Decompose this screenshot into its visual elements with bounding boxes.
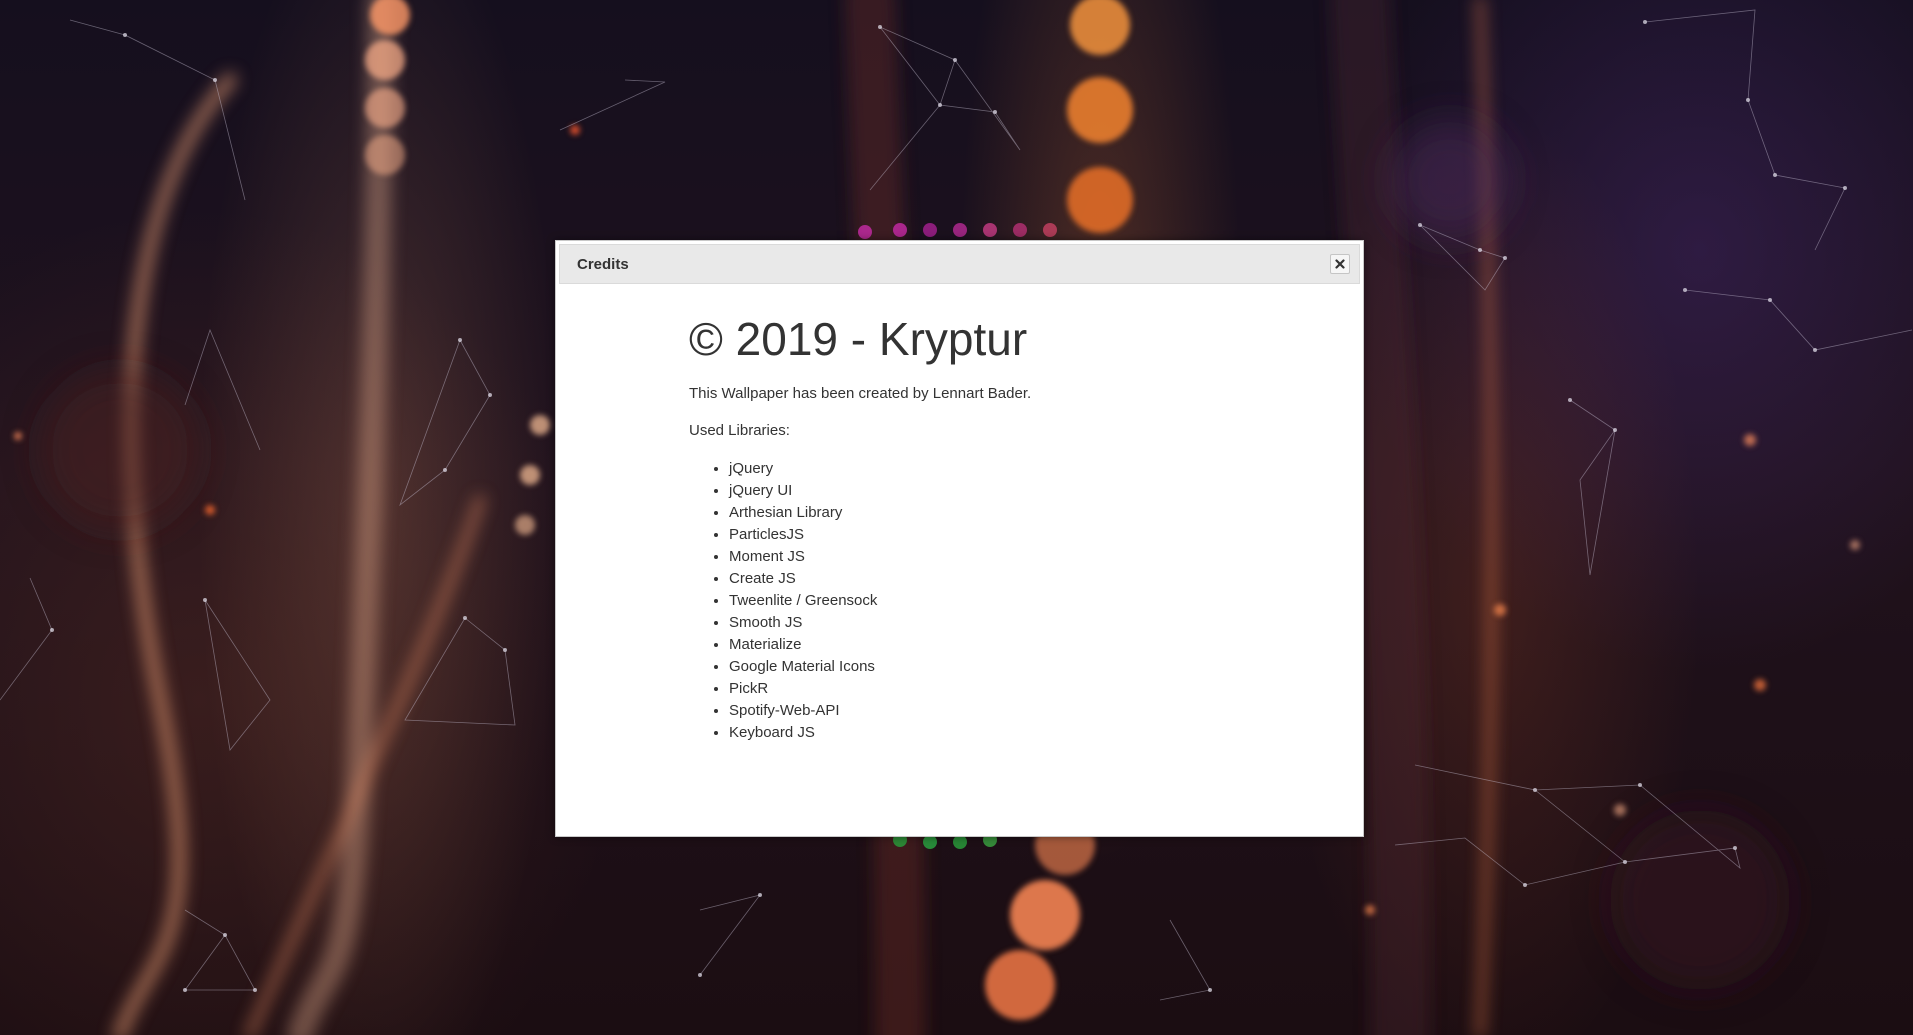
list-item: Arthesian Library [729,502,1289,524]
list-item: ParticlesJS [729,524,1289,546]
dialog-titlebar[interactable]: Credits [559,244,1360,284]
dialog-content: © 2019 - Kryptur This Wallpaper has been… [689,316,1289,744]
list-item: Materialize [729,634,1289,656]
copyright-heading: © 2019 - Kryptur [689,313,1028,365]
dialog-title: Credits [577,256,629,273]
list-item: Keyboard JS [729,722,1289,744]
libraries-label: Used Libraries: [689,422,790,439]
list-item: Tweenlite / Greensock [729,590,1289,612]
list-item: Moment JS [729,546,1289,568]
credits-description: This Wallpaper has been created by Lenna… [689,385,1032,402]
list-item: jQuery [729,458,1289,480]
list-item: PickR [729,678,1289,700]
list-item: Google Material Icons [729,656,1289,678]
close-button[interactable] [1330,254,1350,274]
libraries-list: jQuery jQuery UI Arthesian Library Parti… [689,458,1289,744]
list-item: Smooth JS [729,612,1289,634]
list-item: jQuery UI [729,480,1289,502]
list-item: Spotify-Web-API [729,700,1289,722]
list-item: Create JS [729,568,1289,590]
credits-dialog: Credits © 2019 - Kryptur This Wallpaper … [555,240,1364,837]
close-icon [1335,259,1345,269]
